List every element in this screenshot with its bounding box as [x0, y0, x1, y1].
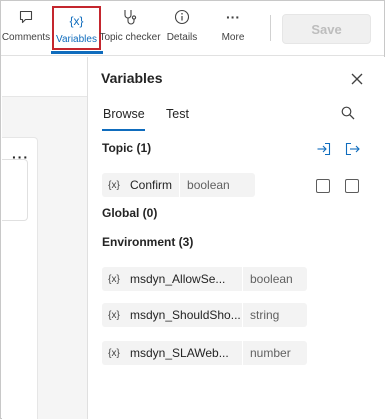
- comment-icon: [18, 7, 34, 27]
- tab-browse[interactable]: Browse: [103, 107, 145, 121]
- variables-button[interactable]: {x} Variables: [52, 6, 101, 50]
- comments-label: Comments: [1, 32, 51, 43]
- search-icon[interactable]: [341, 106, 355, 120]
- variable-type: number: [250, 346, 291, 360]
- close-icon[interactable]: [350, 72, 364, 86]
- section-topic-heading: Topic (1): [102, 141, 152, 155]
- variable-chip[interactable]: {x} Confirm boolean: [102, 173, 255, 197]
- variable-name: msdyn_ShouldSho...: [130, 308, 241, 322]
- canvas-node-inner[interactable]: [2, 159, 28, 221]
- details-button[interactable]: Details: [163, 7, 201, 53]
- tab-test[interactable]: Test: [166, 107, 189, 121]
- variable-icon: {x}: [108, 179, 120, 191]
- more-icon: ···: [226, 9, 240, 25]
- variable-icon: {x}: [108, 273, 120, 285]
- sign-out-icon[interactable]: [345, 142, 361, 156]
- variables-active-indicator: [51, 51, 103, 54]
- variables-icon: {x}: [69, 14, 84, 28]
- app-frame: Comments {x} Variables Topic checker Det…: [0, 0, 385, 419]
- save-button[interactable]: Save: [282, 14, 371, 44]
- variable-chip[interactable]: {x} msdyn_ShouldSho... string: [102, 303, 307, 327]
- variable-name: Confirm: [130, 178, 173, 192]
- tab-browse-indicator: [102, 129, 145, 131]
- variables-panel: Variables Browse Test Topic (1) {x} Conf…: [87, 57, 385, 419]
- variables-label: Variables: [56, 34, 97, 45]
- details-label: Details: [166, 32, 198, 43]
- stethoscope-icon: [122, 7, 138, 27]
- variable-type: string: [250, 308, 280, 322]
- more-button[interactable]: ··· More: [213, 7, 253, 53]
- variable-icon: {x}: [108, 347, 120, 359]
- variable-icon: {x}: [108, 309, 120, 321]
- toolbar: Comments {x} Variables Topic checker Det…: [1, 1, 384, 56]
- variable-name: msdyn_SLAWeb...: [130, 346, 229, 360]
- authoring-canvas[interactable]: ···: [2, 57, 87, 419]
- section-environment-heading: Environment (3): [102, 235, 194, 249]
- topic-checker-button[interactable]: Topic checker: [99, 7, 161, 53]
- canvas-header: [2, 57, 87, 97]
- section-global-heading: Global (0): [102, 206, 158, 220]
- variable-name: msdyn_AllowSe...: [130, 272, 226, 286]
- return-to-other-topics-checkbox[interactable]: [345, 179, 359, 193]
- comments-button[interactable]: Comments: [1, 7, 51, 53]
- node-more-icon[interactable]: ···: [12, 149, 29, 165]
- more-label: More: [221, 32, 245, 43]
- toolbar-divider: [270, 15, 271, 41]
- variable-chip[interactable]: {x} msdyn_SLAWeb... number: [102, 341, 307, 365]
- receive-from-other-topics-checkbox[interactable]: [316, 179, 330, 193]
- variable-type: boolean: [187, 178, 230, 192]
- info-icon: [174, 7, 190, 27]
- topic-checker-label: Topic checker: [99, 32, 161, 43]
- panel-title: Variables: [101, 70, 163, 86]
- variable-type: boolean: [250, 272, 293, 286]
- variable-chip[interactable]: {x} msdyn_AllowSe... boolean: [102, 267, 307, 291]
- sign-in-icon[interactable]: [316, 142, 332, 156]
